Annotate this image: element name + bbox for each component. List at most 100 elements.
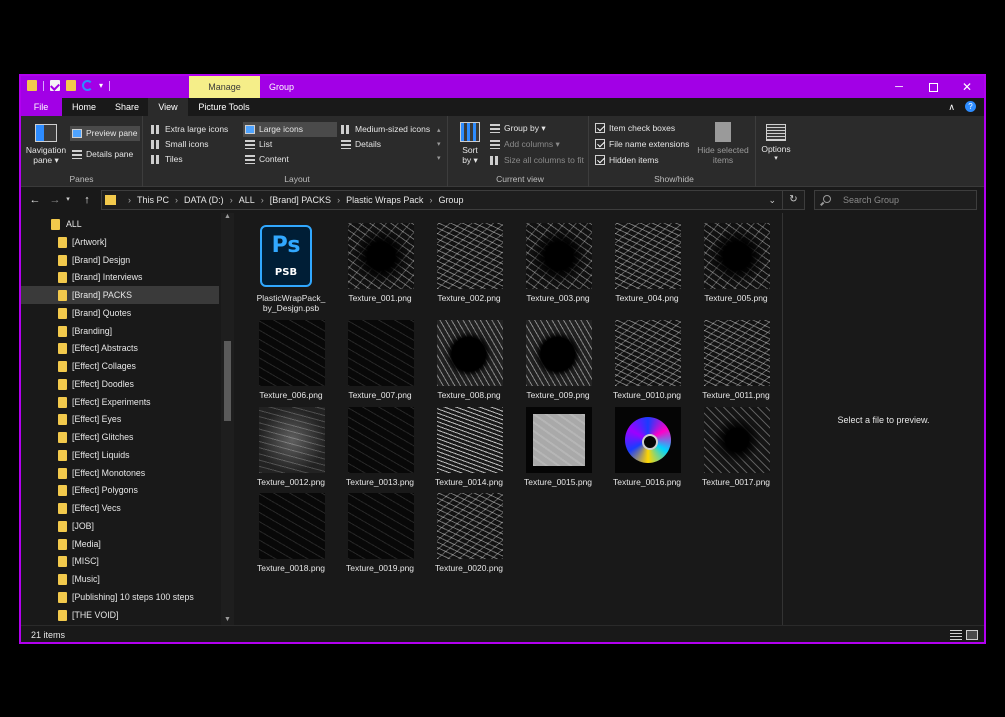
size-all-columns-button[interactable]: Size all columns to fit — [488, 153, 588, 168]
forward-button[interactable]: → — [47, 192, 63, 208]
tab-view[interactable]: View — [148, 98, 188, 116]
nav-item-label: [Artwork] — [72, 236, 107, 247]
manage-context-tab[interactable]: Manage — [189, 76, 260, 98]
nav-item[interactable]: [Effect] Glitches — [21, 428, 219, 446]
tab-home[interactable]: Home — [62, 98, 106, 116]
new-folder-icon[interactable] — [66, 80, 76, 91]
customize-toolbar-icon[interactable]: ▾ — [99, 81, 103, 90]
nav-item-label: [Effect] Glitches — [72, 432, 134, 442]
size-columns-icon — [490, 156, 500, 165]
search-input[interactable] — [843, 193, 971, 207]
navigation-pane-button[interactable]: Navigation pane ▾ — [25, 124, 67, 165]
options-button[interactable]: Options ▾ — [758, 124, 794, 164]
breadcrumb-brand-packs[interactable]: [Brand] PACKS — [270, 191, 331, 209]
nav-item[interactable]: ALL — [21, 215, 219, 233]
details-pane-icon — [72, 150, 82, 159]
nav-item[interactable]: [Effect] Collages — [21, 357, 219, 375]
item-check-boxes-checkbox[interactable]: Item check boxes — [593, 121, 693, 136]
texture-image — [704, 223, 770, 289]
medium-sized-icons-option[interactable]: Medium-sized icons — [339, 122, 439, 137]
details-pane-button[interactable]: Details pane — [70, 147, 140, 162]
address-dropdown-icon[interactable]: ⌄ — [768, 191, 776, 209]
file-name: Texture_008.png — [437, 390, 501, 400]
content-option[interactable]: Content — [243, 152, 337, 167]
recent-locations-button[interactable]: ▾ — [63, 192, 73, 208]
nav-item[interactable]: [Effect] Polygons — [21, 481, 219, 499]
file-name-extensions-checkbox[interactable]: File name extensions — [593, 137, 693, 152]
folder-icon — [58, 574, 67, 585]
sort-icon — [460, 122, 480, 142]
maximize-button[interactable] — [916, 76, 950, 98]
undo-icon[interactable] — [82, 80, 93, 91]
image-thumbnail — [437, 493, 503, 559]
layout-gallery-scroll[interactable]: ▴ ▾ ▾ — [437, 124, 441, 166]
navigation-pane-icon — [35, 124, 57, 142]
tab-picture-tools[interactable]: Picture Tools — [188, 98, 260, 116]
add-columns-button[interactable]: Add columns ▾ — [488, 137, 588, 152]
collapse-ribbon-icon[interactable]: ∧ — [948, 98, 955, 116]
hide-selected-items-button[interactable]: Hide selected items — [693, 122, 753, 165]
tab-file[interactable]: File — [21, 98, 61, 116]
breadcrumb-group[interactable]: Group — [438, 191, 463, 209]
nav-item[interactable]: [Branding] — [21, 322, 219, 340]
nav-item[interactable]: [MISC] — [21, 552, 219, 570]
nav-item[interactable]: [Effect] Experiments — [21, 393, 219, 411]
breadcrumb-all[interactable]: ALL — [239, 191, 255, 209]
scroll-up-icon[interactable]: ▲ — [221, 213, 234, 220]
show-hide-group: Item check boxes File name extensions Hi… — [593, 116, 756, 187]
nav-item-label: [Effect] Collages — [72, 361, 136, 371]
back-button[interactable]: ← — [27, 192, 43, 208]
preview-pane-button[interactable]: Preview pane — [70, 126, 140, 141]
search-box[interactable] — [814, 190, 977, 210]
nav-item[interactable]: [Brand] Interviews — [21, 268, 219, 286]
properties-icon[interactable] — [50, 80, 60, 91]
nav-item[interactable]: [Brand] PACKS — [21, 286, 219, 304]
nav-item-label: [Publishing] 10 steps 100 steps — [72, 591, 194, 602]
nav-item[interactable]: [Artwork] — [21, 233, 219, 251]
nav-item-label: [MISC] — [72, 556, 99, 567]
details-view-icon[interactable] — [950, 630, 962, 640]
nav-item[interactable]: [Publishing] 10 steps 100 steps — [21, 588, 219, 606]
large-icons-option[interactable]: Large icons — [243, 122, 337, 137]
breadcrumb-separator: › — [229, 195, 233, 205]
nav-item[interactable]: [Effect] Liquids — [21, 446, 219, 464]
list-option[interactable]: List — [243, 137, 337, 152]
small-icons-option[interactable]: Small icons — [149, 137, 241, 152]
breadcrumb-this-pc[interactable]: This PC — [137, 191, 169, 209]
up-button[interactable]: ↑ — [79, 192, 95, 208]
hidden-items-checkbox[interactable]: Hidden items — [593, 153, 693, 168]
close-button[interactable]: ✕ — [950, 76, 984, 98]
window-title: Group — [269, 82, 295, 92]
details-option[interactable]: Details — [339, 137, 439, 152]
large-icons-view-icon[interactable] — [966, 630, 978, 640]
help-icon[interactable]: ? — [965, 101, 976, 112]
nav-item[interactable]: [Effect] Abstracts — [21, 339, 219, 357]
sort-by-button[interactable]: Sort by ▾ — [456, 122, 484, 165]
refresh-button[interactable]: ↻ — [782, 191, 804, 209]
address-bar[interactable]: › This PC › DATA (D:) › ALL › [Brand] PA… — [101, 190, 805, 210]
nav-item[interactable]: [JOB] — [21, 517, 219, 535]
breadcrumb-plastic-wraps-pack[interactable]: Plastic Wraps Pack — [346, 191, 423, 209]
nav-item[interactable]: [Media] — [21, 535, 219, 553]
nav-item[interactable]: [Effect] Eyes — [21, 410, 219, 428]
navigation-scrollbar[interactable]: ▲ ▼ — [221, 213, 234, 625]
nav-item[interactable]: [Brand] Quotes — [21, 304, 219, 322]
tab-share[interactable]: Share — [106, 98, 148, 116]
nav-item[interactable]: [Effect] Doodles — [21, 375, 219, 393]
minimize-button[interactable]: ─ — [882, 76, 916, 98]
texture-image — [348, 223, 414, 289]
nav-item[interactable]: [Music] — [21, 570, 219, 588]
nav-item[interactable]: [Effect] Vecs — [21, 499, 219, 517]
tiles-option[interactable]: Tiles — [149, 152, 241, 167]
scroll-thumb[interactable] — [224, 341, 231, 421]
nav-item[interactable]: [Brand] Desjgn — [21, 251, 219, 269]
file-name: Texture_002.png — [437, 293, 501, 303]
nav-item[interactable]: [THE VOID] — [21, 606, 219, 624]
nav-item[interactable]: [Effect] Monotones — [21, 464, 219, 482]
breadcrumb-data-drive[interactable]: DATA (D:) — [184, 191, 224, 209]
scroll-down-icon[interactable]: ▼ — [221, 616, 234, 623]
extra-large-icons-option[interactable]: Extra large icons — [149, 122, 241, 137]
group-by-button[interactable]: Group by ▾ — [488, 121, 588, 136]
tab-strip-fill — [260, 98, 984, 116]
folder-icon — [58, 290, 67, 301]
